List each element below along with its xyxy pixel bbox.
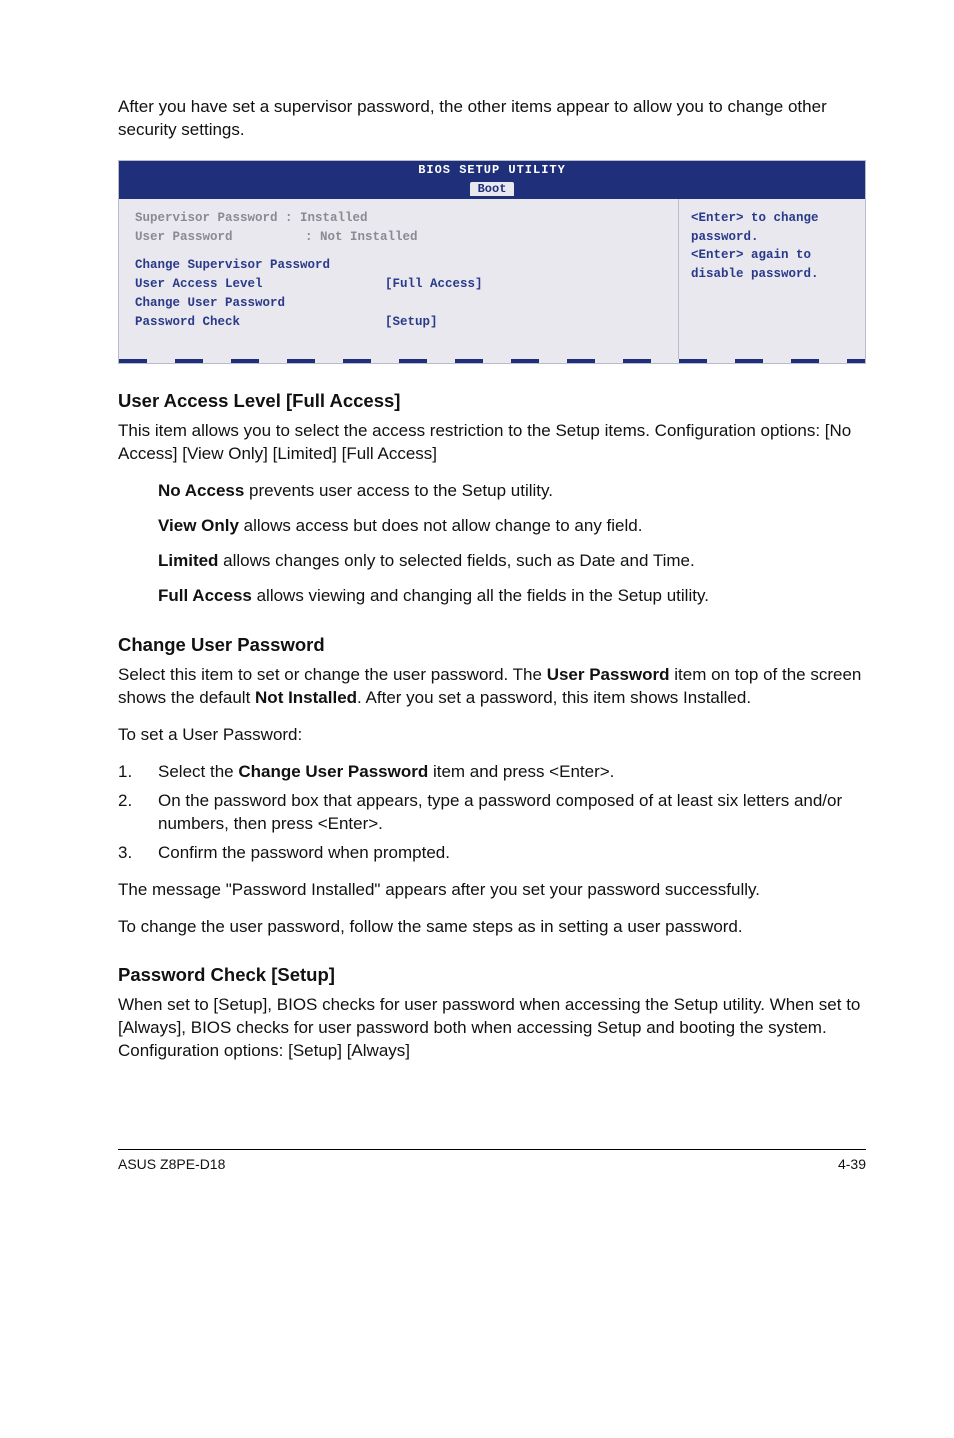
cup-success-msg: The message "Password Installed" appears… — [118, 879, 866, 902]
bios-help-pane: <Enter> to change password. <Enter> agai… — [679, 199, 865, 360]
ual-description: This item allows you to select the acces… — [118, 420, 866, 466]
bios-bottom-divider — [119, 359, 865, 363]
supervisor-password-label: Supervisor Password : Installed — [135, 209, 368, 228]
password-check-value: [Setup] — [385, 313, 438, 332]
bios-title-bar: BIOS SETUP UTILITY — [119, 161, 865, 179]
bios-left-pane: Supervisor Password : Installed User Pas… — [119, 199, 679, 360]
change-supervisor-password: Change Supervisor Password — [135, 256, 385, 275]
bios-body: Supervisor Password : Installed User Pas… — [119, 199, 865, 360]
cup-steps-list: Select the Change User Password item and… — [118, 761, 866, 865]
user-access-level-label: User Access Level — [135, 275, 385, 294]
cup-step-1: Select the Change User Password item and… — [118, 761, 866, 784]
bios-help-line-1: <Enter> to change — [691, 209, 855, 228]
intro-paragraph: After you have set a supervisor password… — [118, 96, 866, 142]
bios-help-line-3: <Enter> again to — [691, 246, 855, 265]
bios-help-line-2: password. — [691, 228, 855, 247]
user-password-label: User Password: Not Installed — [135, 228, 418, 247]
ual-option-view-only: View Only allows access but does not all… — [118, 515, 866, 538]
ual-option-no-access: No Access prevents user access to the Se… — [118, 480, 866, 503]
cup-step-3: Confirm the password when prompted. — [118, 842, 866, 865]
change-user-password: Change User Password — [135, 294, 385, 313]
password-check-description: When set to [Setup], BIOS checks for use… — [118, 994, 866, 1063]
cup-description: Select this item to set or change the us… — [118, 664, 866, 710]
cup-step-2: On the password box that appears, type a… — [118, 790, 866, 836]
ual-option-limited: Limited allows changes only to selected … — [118, 550, 866, 573]
bios-help-line-4: disable password. — [691, 265, 855, 284]
user-access-level-value: [Full Access] — [385, 275, 483, 294]
ual-option-full-access: Full Access allows viewing and changing … — [118, 585, 866, 608]
bios-screenshot: BIOS SETUP UTILITY Boot Supervisor Passw… — [118, 160, 866, 365]
page-footer: ASUS Z8PE-D18 4-39 — [118, 1149, 866, 1172]
bios-tab-boot: Boot — [470, 182, 515, 196]
bios-tab-row: Boot — [119, 179, 865, 199]
footer-right: 4-39 — [838, 1156, 866, 1172]
heading-change-user-password: Change User Password — [118, 634, 866, 656]
cup-change-note: To change the user password, follow the … — [118, 916, 866, 939]
heading-user-access-level: User Access Level [Full Access] — [118, 390, 866, 412]
cup-to-set: To set a User Password: — [118, 724, 866, 747]
footer-left: ASUS Z8PE-D18 — [118, 1156, 225, 1172]
password-check-label: Password Check — [135, 313, 385, 332]
heading-password-check: Password Check [Setup] — [118, 964, 866, 986]
